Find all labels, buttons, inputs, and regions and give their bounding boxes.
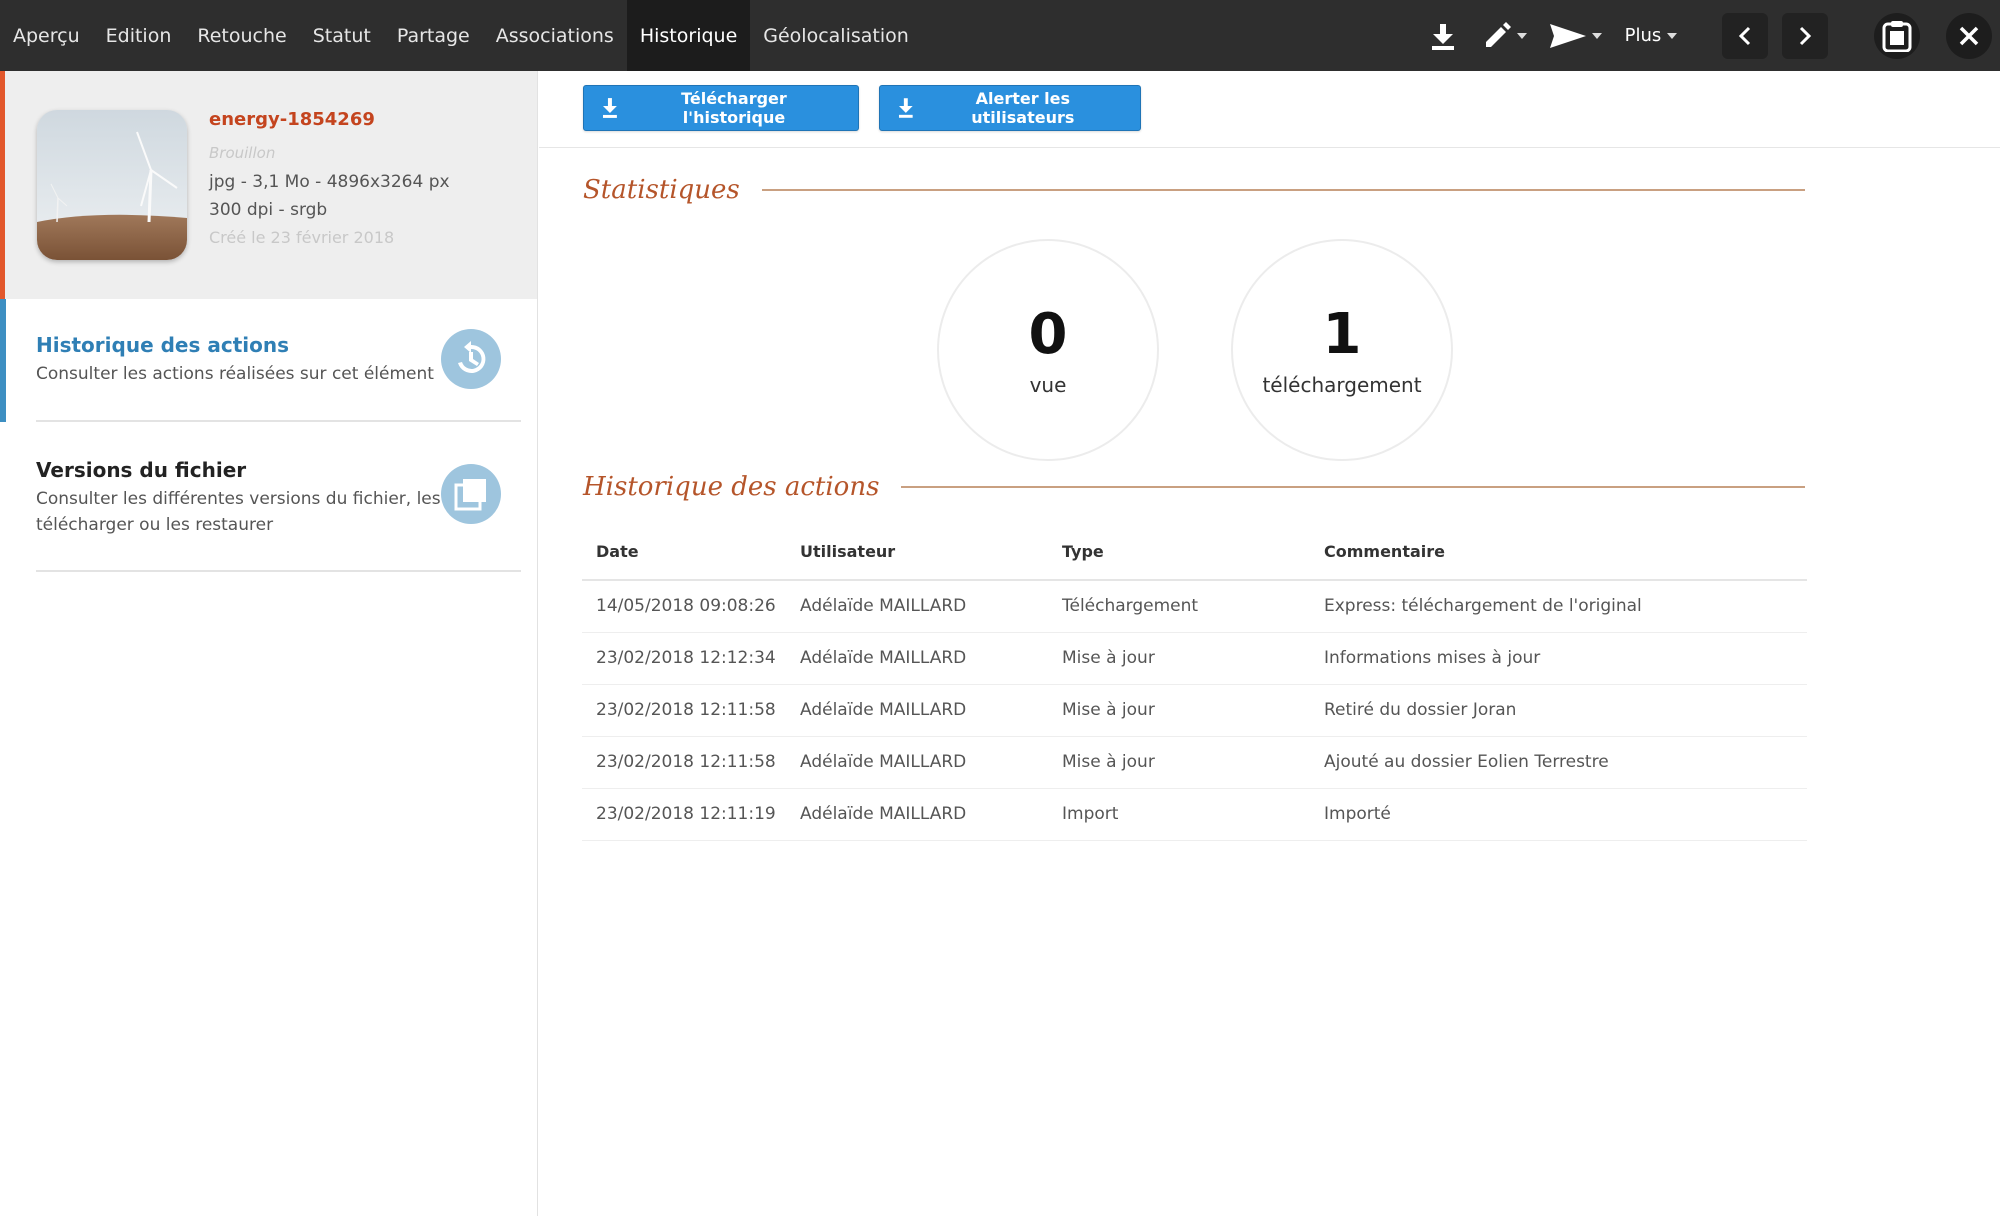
views-count: 0 (1028, 302, 1068, 367)
tab-historique[interactable]: Historique (626, 0, 751, 71)
cell-comment: Retiré du dossier Joran (1310, 684, 1807, 737)
asset-thumbnail[interactable] (37, 110, 187, 260)
cell-date: 23/02/2018 12:11:58 (582, 736, 786, 789)
sidebar: energy-1854269 Brouillon jpg - 3,1 Mo - … (0, 71, 538, 1216)
column-header-date[interactable]: Date (582, 524, 786, 581)
cell-date: 23/02/2018 12:12:34 (582, 632, 786, 685)
downloads-stat: 1 téléchargement (1231, 239, 1453, 461)
cell-type: Téléchargement (1048, 580, 1310, 633)
cell-type: Mise à jour (1048, 632, 1310, 685)
table-row: 14/05/2018 09:08:26 Adélaïde MAILLARD Té… (582, 580, 1807, 633)
download-history-label: Télécharger l'historique (681, 89, 787, 127)
views-label: vue (1029, 373, 1067, 397)
views-stat: 0 vue (937, 239, 1159, 461)
send-icon (1550, 23, 1586, 48)
cell-comment: Informations mises à jour (1310, 632, 1807, 685)
statistics-section-header: Statistiques (583, 175, 1805, 205)
sidebar-item-description-line: Consulter les différentes versions du fi… (36, 489, 441, 509)
nav-tabs: Aperçu Edition Retouche Statut Partage A… (0, 0, 922, 71)
more-menu-button[interactable]: Plus (1620, 13, 1682, 59)
asset-name: energy-1854269 (209, 109, 375, 130)
download-icon (602, 98, 617, 118)
pencil-icon (1486, 21, 1511, 47)
download-button[interactable] (1420, 13, 1466, 59)
clipboard-button[interactable] (1874, 12, 1920, 59)
sidebar-item-description-line: télécharger ou les restaurer (36, 515, 274, 535)
table-header-row: Date Utilisateur Type Commentaire (582, 524, 1807, 581)
previous-button[interactable] (1722, 12, 1768, 59)
history-icon (441, 329, 501, 389)
asset-status: Brouillon (209, 144, 276, 162)
section-divider (901, 486, 1805, 488)
download-history-button[interactable]: Télécharger l'historique (583, 85, 859, 131)
statistics-title: Statistiques (583, 175, 740, 205)
edit-menu-button[interactable] (1476, 13, 1534, 59)
chevron-right-icon (1799, 26, 1812, 45)
cell-user: Adélaïde MAILLARD (786, 736, 1048, 789)
tab-retouche[interactable]: Retouche (184, 0, 299, 71)
history-table: Date Utilisateur Type Commentaire 14/05/… (582, 524, 1807, 841)
table-row: 23/02/2018 12:11:19 Adélaïde MAILLARD Im… (582, 788, 1807, 841)
column-header-type[interactable]: Type (1048, 524, 1310, 581)
table-row: 23/02/2018 12:11:58 Adélaïde MAILLARD Mi… (582, 684, 1807, 737)
chevron-down-icon (1592, 32, 1602, 39)
cell-type: Mise à jour (1048, 736, 1310, 789)
column-header-user[interactable]: Utilisateur (786, 524, 1048, 581)
chevron-left-icon (1738, 26, 1751, 45)
next-button[interactable] (1782, 12, 1828, 59)
top-bar: Aperçu Edition Retouche Statut Partage A… (0, 0, 2000, 71)
cell-comment: Express: téléchargement de l'original (1310, 580, 1807, 633)
chevron-down-icon (1667, 32, 1678, 39)
downloads-label: téléchargement (1262, 373, 1422, 397)
alert-users-button[interactable]: Alerter les utilisateurs (879, 85, 1141, 131)
tab-edition[interactable]: Edition (93, 0, 185, 71)
cell-user: Adélaïde MAILLARD (786, 580, 1048, 633)
cell-user: Adélaïde MAILLARD (786, 684, 1048, 737)
tab-partage[interactable]: Partage (384, 0, 483, 71)
tab-geolocalisation[interactable]: Géolocalisation (750, 0, 922, 71)
versions-icon (441, 464, 501, 524)
cell-date: 23/02/2018 12:11:19 (582, 788, 786, 841)
top-toolbar: Plus (1420, 0, 2000, 71)
column-header-comment[interactable]: Commentaire (1310, 524, 1807, 581)
cell-comment: Importé (1310, 788, 1807, 841)
history-section-header: Historique des actions (583, 472, 1805, 502)
wind-turbine-image (37, 110, 187, 260)
cell-date: 14/05/2018 09:08:26 (582, 580, 786, 633)
cell-date: 23/02/2018 12:11:58 (582, 684, 786, 737)
download-icon (898, 98, 913, 118)
close-button[interactable] (1946, 12, 1992, 59)
cell-type: Mise à jour (1048, 684, 1310, 737)
cell-type: Import (1048, 788, 1310, 841)
asset-resolution: 300 dpi - srgb (209, 200, 328, 220)
tab-statut[interactable]: Statut (300, 0, 384, 71)
downloads-count: 1 (1322, 302, 1362, 367)
cell-comment: Ajouté au dossier Eolien Terrestre (1310, 736, 1807, 789)
send-menu-button[interactable] (1546, 13, 1606, 59)
clipboard-icon (1882, 20, 1912, 52)
main-panel: Télécharger l'historique Alerter les uti… (539, 71, 2000, 1216)
table-row: 23/02/2018 12:12:34 Adélaïde MAILLARD Mi… (582, 632, 1807, 685)
sidebar-item-versions[interactable]: Versions du fichier Consulter les différ… (36, 422, 521, 572)
download-icon (1432, 23, 1454, 50)
tab-apercu[interactable]: Aperçu (0, 0, 93, 71)
chevron-down-icon (1517, 32, 1527, 39)
cell-user: Adélaïde MAILLARD (786, 632, 1048, 685)
history-title: Historique des actions (583, 472, 880, 502)
asset-card: energy-1854269 Brouillon jpg - 3,1 Mo - … (0, 71, 537, 299)
more-label: Plus (1624, 25, 1662, 46)
asset-format-size: jpg - 3,1 Mo - 4896x3264 px (209, 172, 450, 192)
sidebar-item-history[interactable]: Historique des actions Consulter les act… (0, 299, 521, 422)
cell-user: Adélaïde MAILLARD (786, 788, 1048, 841)
close-icon (1959, 26, 1979, 45)
table-row: 23/02/2018 12:11:58 Adélaïde MAILLARD Mi… (582, 736, 1807, 789)
tab-associations[interactable]: Associations (483, 0, 627, 71)
asset-created-date: Créé le 23 février 2018 (209, 228, 395, 247)
section-divider (761, 189, 1805, 191)
alert-users-label: Alerter les utilisateurs (971, 89, 1075, 127)
history-toolbar: Télécharger l'historique Alerter les uti… (539, 71, 2000, 148)
asset-info: energy-1854269 Brouillon jpg - 3,1 Mo - … (209, 109, 450, 252)
